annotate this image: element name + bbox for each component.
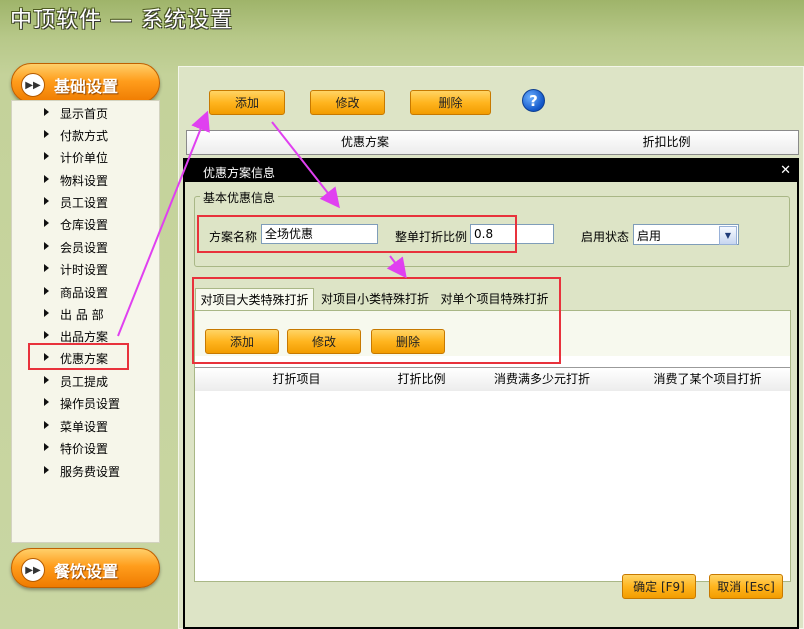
annotation-arrow xyxy=(386,255,407,279)
annotation-arrows xyxy=(117,110,407,337)
annotation-arrow xyxy=(117,110,210,337)
annotation-arrow xyxy=(271,121,340,209)
